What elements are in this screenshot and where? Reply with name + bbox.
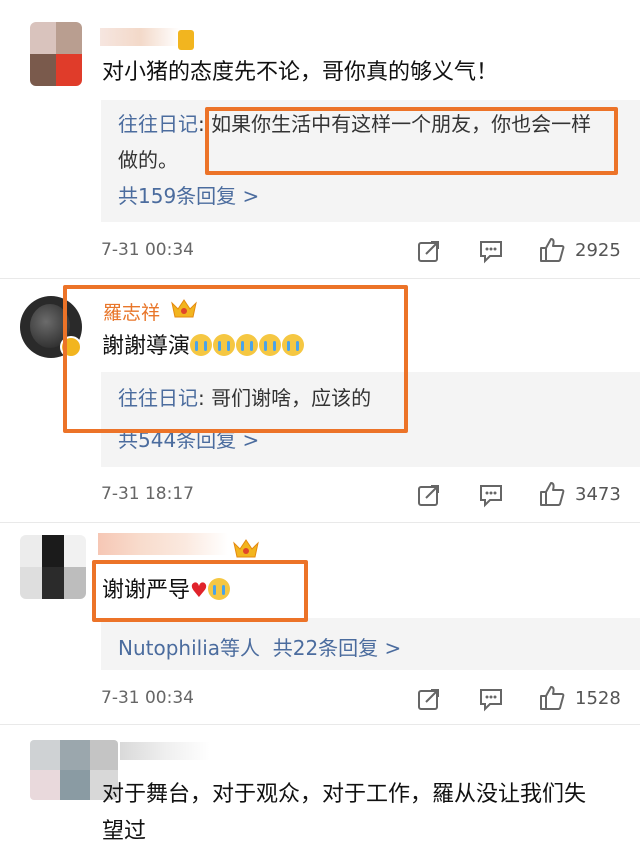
reply-text-line2: 做的。	[118, 148, 178, 172]
timestamp: 7-31 18:17	[101, 484, 194, 504]
comment-icon[interactable]	[478, 686, 504, 712]
divider	[0, 278, 640, 279]
share-icon[interactable]	[416, 238, 442, 264]
username-blurred[interactable]	[120, 742, 210, 760]
divider	[0, 724, 640, 725]
comment-icon[interactable]	[478, 482, 504, 508]
like-count: 1528	[575, 688, 621, 709]
more-replies-link[interactable]: 共159条回复 >	[118, 180, 259, 209]
share-icon[interactable]	[416, 482, 442, 508]
like-icon[interactable]	[538, 236, 566, 264]
highlight-box	[205, 107, 618, 175]
comment-text-line1: 对于舞台，对于观众，对于工作，羅从没让我们失	[102, 782, 587, 807]
timestamp: 7-31 00:34	[101, 688, 194, 708]
replier-names[interactable]: Nutophilia等人	[118, 636, 260, 660]
comment-text: 对于舞台，对于观众，对于工作，羅从没让我们失 望过	[102, 776, 632, 843]
share-icon[interactable]	[416, 686, 442, 712]
like-count: 3473	[575, 484, 621, 505]
comment-text-line2: 望过	[102, 819, 147, 843]
highlight-box	[92, 560, 308, 622]
reply-count[interactable]: 共22条回复 >	[273, 636, 402, 660]
username-blurred[interactable]	[98, 533, 228, 555]
like-count: 2925	[575, 240, 621, 261]
badge-icon	[178, 30, 194, 50]
comment-text: 对小猪的态度先不论，哥你真的够义气！	[102, 60, 499, 85]
avatar[interactable]	[30, 22, 82, 86]
username-blurred[interactable]	[100, 28, 180, 46]
highlight-box	[63, 285, 408, 433]
avatar[interactable]	[20, 535, 86, 599]
like-icon[interactable]	[538, 684, 566, 712]
more-replies-link[interactable]: Nutophilia等人 共22条回复 >	[118, 632, 401, 661]
timestamp: 7-31 00:34	[101, 240, 194, 260]
comment-icon[interactable]	[478, 238, 504, 264]
like-icon[interactable]	[538, 480, 566, 508]
reply-author[interactable]: 往往日记	[118, 112, 198, 136]
divider	[0, 522, 640, 523]
crown-icon	[233, 539, 259, 558]
